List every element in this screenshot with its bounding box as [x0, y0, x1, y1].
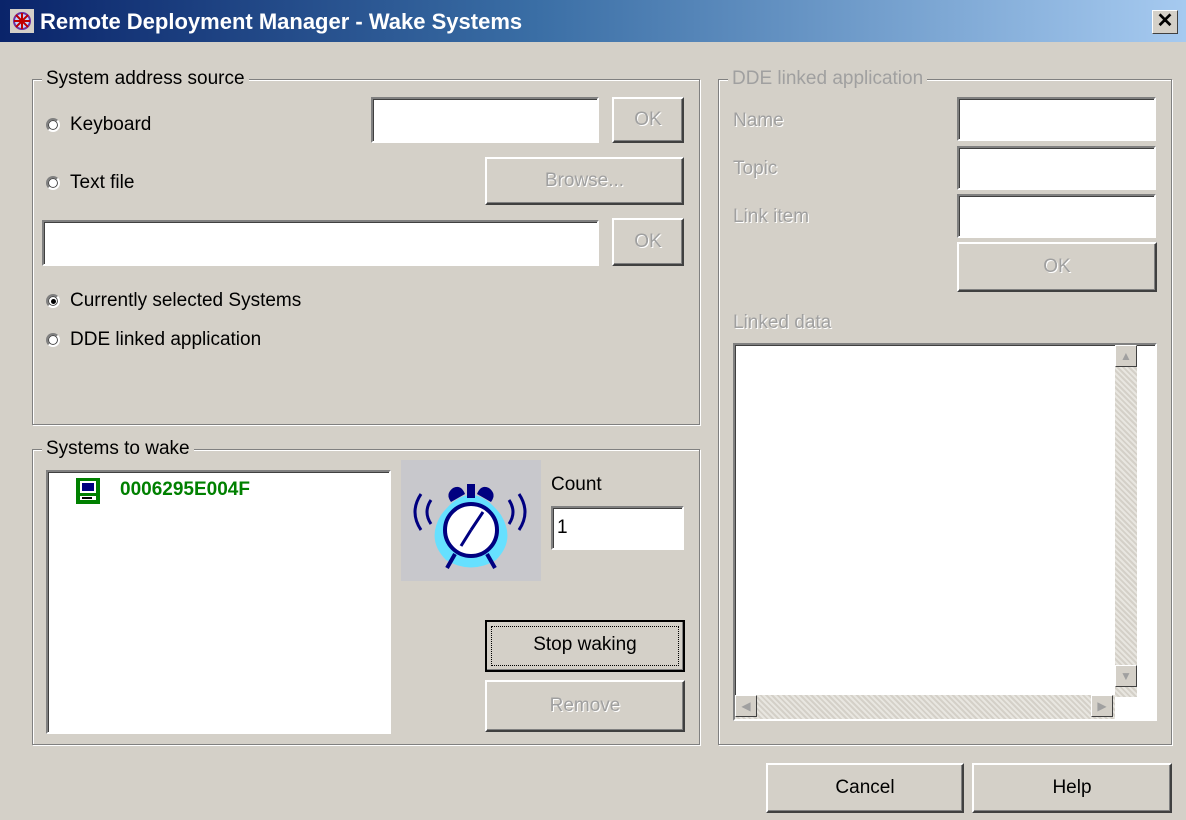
scroll-up-icon: ▲	[1120, 349, 1132, 363]
stop-waking-button[interactable]: Stop waking	[485, 620, 685, 672]
horizontal-scrollbar[interactable]: ◀ ▶	[735, 695, 1115, 719]
dde-legend: DDE linked application	[728, 68, 928, 90]
scroll-right-icon: ▶	[1097, 699, 1107, 713]
scroll-left-icon: ◀	[741, 699, 751, 713]
dde-link-item-label: Link item	[733, 206, 810, 227]
keyboard-address-input[interactable]	[371, 97, 599, 143]
dde-linked-label: DDE linked application	[70, 329, 262, 350]
computer-icon	[76, 478, 100, 504]
currently-selected-label: Currently selected Systems	[70, 290, 302, 311]
horizontal-scroll-track	[735, 695, 1115, 719]
remove-label: Remove	[549, 695, 621, 716]
radio-circle	[46, 333, 60, 347]
dde-ok-button[interactable]: OK	[957, 242, 1157, 292]
vertical-scroll-track	[1115, 345, 1137, 697]
dde-topic-label: Topic	[733, 158, 778, 179]
text-file-ok-label: OK	[634, 231, 662, 252]
systems-list[interactable]: 0006295E004F	[46, 470, 391, 734]
count-input[interactable]	[551, 506, 684, 550]
wake-systems-dialog: Remote Deployment Manager - Wake Systems…	[0, 0, 1186, 820]
dde-ok-label: OK	[1043, 256, 1071, 277]
radio-selected-dot	[51, 299, 56, 304]
keyboard-radio-label: Keyboard	[70, 114, 152, 135]
keyboard-ok-button[interactable]: OK	[612, 97, 684, 143]
text-file-path-input[interactable]	[42, 220, 599, 266]
dde-name-label: Name	[733, 110, 784, 131]
text-file-radio-label: Text file	[70, 172, 135, 193]
close-icon: ✕	[1156, 10, 1174, 32]
cancel-label: Cancel	[835, 777, 895, 798]
browse-button[interactable]: Browse...	[485, 157, 684, 205]
focus-rect	[491, 626, 679, 666]
text-file-ok-button[interactable]: OK	[612, 218, 684, 266]
linked-data-box[interactable]: ▲ ▼ ◀ ▶	[733, 343, 1157, 721]
window-title: Remote Deployment Manager - Wake Systems	[40, 9, 523, 34]
browse-label: Browse...	[544, 170, 625, 191]
dde-link-item-input[interactable]	[957, 194, 1156, 238]
system-address-source-legend: System address source	[42, 68, 249, 90]
scroll-right-button[interactable]: ▶	[1091, 695, 1113, 717]
cancel-button[interactable]: Cancel	[766, 763, 964, 813]
alarm-clock-icon	[413, 484, 527, 569]
systems-to-wake-legend: Systems to wake	[42, 438, 194, 460]
help-label: Help	[1052, 777, 1092, 798]
keyboard-ok-label: OK	[634, 109, 662, 130]
radio-circle	[46, 118, 60, 132]
remove-button[interactable]: Remove	[485, 680, 685, 732]
scroll-down-button[interactable]: ▼	[1115, 665, 1137, 687]
dde-topic-input[interactable]	[957, 146, 1156, 190]
help-button[interactable]: Help	[972, 763, 1172, 813]
scroll-left-button[interactable]: ◀	[735, 695, 757, 717]
scroll-down-icon: ▼	[1120, 669, 1132, 683]
close-button[interactable]: ✕	[1152, 10, 1178, 34]
app-icon	[10, 9, 34, 33]
linked-data-label: Linked data	[733, 312, 832, 333]
title-bar: Remote Deployment Manager - Wake Systems…	[0, 0, 1186, 42]
system-name: 0006295E004F	[120, 479, 250, 500]
scroll-up-button[interactable]: ▲	[1115, 345, 1137, 367]
dde-name-input[interactable]	[957, 97, 1156, 141]
vertical-scrollbar[interactable]: ▲ ▼	[1115, 345, 1137, 697]
count-label: Count	[551, 474, 602, 495]
alarm-clock-animation	[401, 460, 541, 581]
radio-circle	[46, 176, 60, 190]
